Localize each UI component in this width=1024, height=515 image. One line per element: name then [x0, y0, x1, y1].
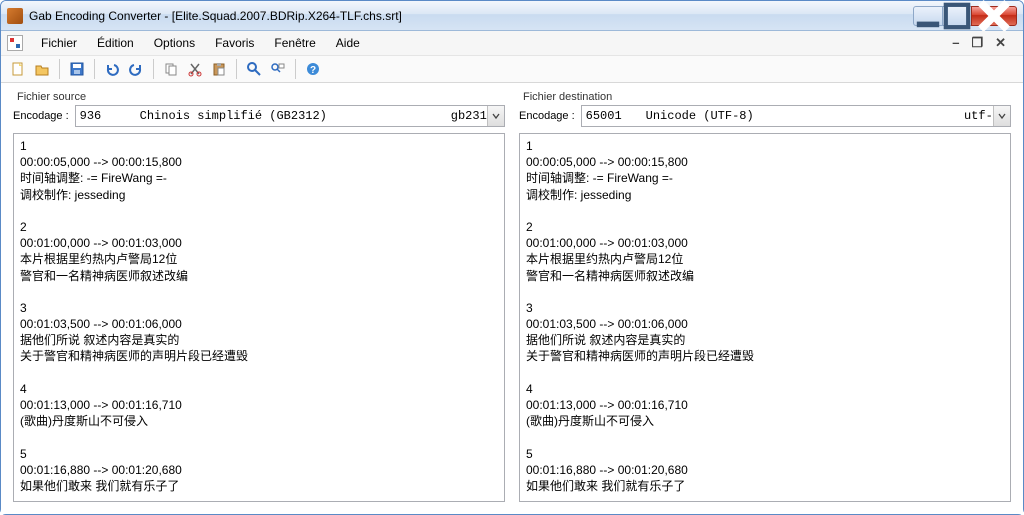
source-pane: Fichier source Encodage : 936 Chinois si… — [13, 91, 505, 502]
toolbar-separator — [295, 59, 296, 79]
encoding-code: 936 — [80, 109, 140, 123]
menu-aide[interactable]: Aide — [326, 33, 370, 53]
toolbar: ? — [1, 55, 1023, 83]
find-icon — [246, 61, 262, 77]
mdi-restore-button[interactable]: ❐ — [968, 35, 986, 51]
replace-button[interactable] — [267, 58, 289, 80]
toolbar-separator — [236, 59, 237, 79]
source-encoding-label: Encodage : — [13, 110, 69, 122]
replace-icon — [270, 61, 286, 77]
app-title-icon — [7, 8, 23, 24]
source-encoding-combo[interactable]: 936 Chinois simplifié (GB2312) gb2312 — [75, 105, 505, 127]
source-encoding-row: Encodage : 936 Chinois simplifié (GB2312… — [13, 105, 505, 127]
window-titlebar: Gab Encoding Converter - [Elite.Squad.20… — [1, 1, 1023, 31]
open-button[interactable] — [31, 58, 53, 80]
window-close-button[interactable] — [971, 6, 1017, 26]
chevron-down-icon — [492, 112, 500, 120]
menu-label: Aide — [336, 36, 360, 50]
combo-dropdown-button[interactable] — [487, 106, 504, 126]
destination-pane: Fichier destination Encodage : 65001 Uni… — [519, 91, 1011, 502]
menubar: Fichier Édition Options Favoris Fenêtre … — [1, 31, 1023, 55]
new-button[interactable] — [7, 58, 29, 80]
new-icon — [10, 61, 26, 77]
app-menu-icon[interactable] — [7, 35, 23, 51]
toolbar-separator — [153, 59, 154, 79]
menu-label: Favoris — [215, 36, 254, 50]
redo-icon — [128, 61, 144, 77]
mdi-minimize-button[interactable]: – — [949, 35, 962, 51]
source-textbox[interactable]: 1 00:00:05,000 --> 00:00:15,800 时间轴调整: -… — [13, 133, 505, 502]
menu-options[interactable]: Options — [144, 33, 205, 53]
combo-dropdown-button[interactable] — [993, 106, 1010, 126]
menu-edition[interactable]: Édition — [87, 33, 144, 53]
destination-encoding-combo[interactable]: 65001 Unicode (UTF-8) utf-8 — [581, 105, 1011, 127]
undo-button[interactable] — [101, 58, 123, 80]
minimize-icon — [914, 2, 942, 30]
open-icon — [34, 61, 50, 77]
source-pane-label: Fichier source — [13, 91, 505, 105]
undo-icon — [104, 61, 120, 77]
menu-label: Fenêtre — [274, 36, 315, 50]
redo-button[interactable] — [125, 58, 147, 80]
workspace: Fichier source Encodage : 936 Chinois si… — [1, 83, 1023, 514]
encoding-name: Unicode (UTF-8) — [646, 109, 936, 123]
menu-label: Options — [154, 36, 195, 50]
save-button[interactable] — [66, 58, 88, 80]
mdi-buttons: – ❐ ✕ — [949, 35, 1017, 51]
destination-pane-label: Fichier destination — [519, 91, 1011, 105]
menu-favoris[interactable]: Favoris — [205, 33, 264, 53]
help-button[interactable]: ? — [302, 58, 324, 80]
cut-icon — [187, 61, 203, 77]
menu-fichier[interactable]: Fichier — [31, 33, 87, 53]
encoding-code: 65001 — [586, 109, 646, 123]
toolbar-separator — [94, 59, 95, 79]
paste-button[interactable] — [208, 58, 230, 80]
chevron-down-icon — [998, 112, 1006, 120]
destination-encoding-row: Encodage : 65001 Unicode (UTF-8) utf-8 — [519, 105, 1011, 127]
toolbar-separator — [59, 59, 60, 79]
copy-icon — [163, 61, 179, 77]
window-maximize-button[interactable] — [942, 6, 972, 26]
copy-button[interactable] — [160, 58, 182, 80]
menu-fenetre[interactable]: Fenêtre — [264, 33, 325, 53]
destination-textbox[interactable]: 1 00:00:05,000 --> 00:00:15,800 时间轴调整: -… — [519, 133, 1011, 502]
save-icon — [69, 61, 85, 77]
mdi-close-button[interactable]: ✕ — [992, 35, 1009, 51]
menu-label: Fichier — [41, 36, 77, 50]
cut-button[interactable] — [184, 58, 206, 80]
encoding-name: Chinois simplifié (GB2312) — [140, 109, 430, 123]
help-icon: ? — [305, 61, 321, 77]
menu-label: Édition — [97, 36, 134, 50]
destination-encoding-label: Encodage : — [519, 110, 575, 122]
window-title: Gab Encoding Converter - [Elite.Squad.20… — [29, 9, 914, 23]
window-buttons — [914, 6, 1017, 26]
maximize-icon — [943, 2, 971, 30]
window-minimize-button[interactable] — [913, 6, 943, 26]
find-button[interactable] — [243, 58, 265, 80]
svg-text:?: ? — [310, 65, 316, 76]
paste-icon — [211, 61, 227, 77]
